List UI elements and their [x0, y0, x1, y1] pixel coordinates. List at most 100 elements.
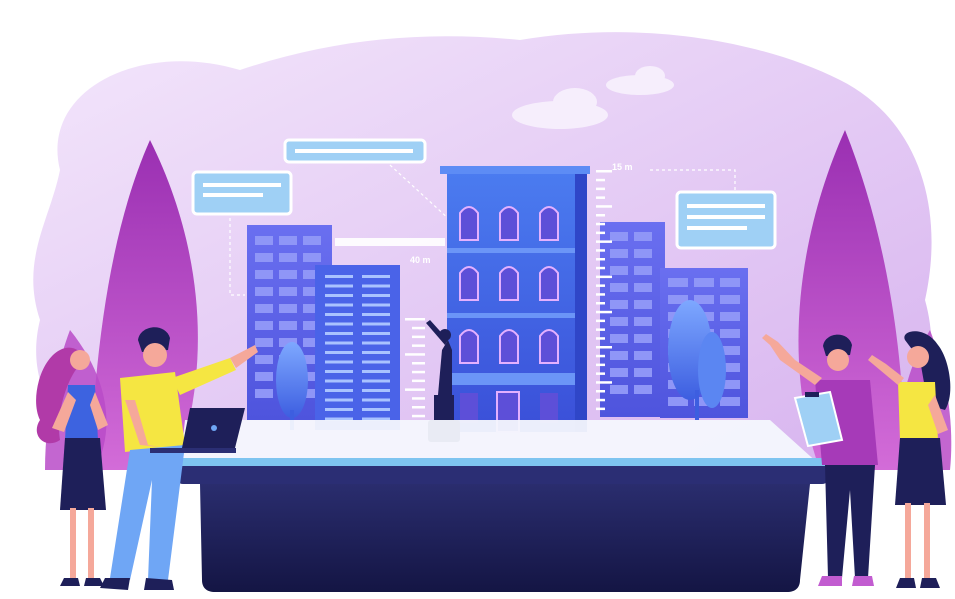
window	[634, 351, 652, 360]
window	[255, 253, 273, 262]
ruler-tick	[596, 302, 605, 305]
ruler-tick	[596, 205, 612, 208]
window	[303, 236, 321, 245]
ruler-tick	[596, 258, 605, 261]
ruler-tick	[412, 344, 425, 347]
window	[634, 334, 652, 343]
ruler-tick	[596, 293, 605, 296]
building-middle-left	[315, 265, 400, 430]
window	[255, 389, 273, 398]
window	[610, 385, 628, 394]
ruler-tick	[405, 388, 425, 391]
arched-window	[539, 206, 559, 241]
window-strip	[325, 370, 353, 373]
window	[610, 317, 628, 326]
window	[610, 300, 628, 309]
window-strip	[362, 389, 390, 392]
window	[610, 283, 628, 292]
ruler-tick	[596, 319, 605, 323]
ruler-tick	[596, 214, 605, 217]
window-strip	[325, 303, 353, 307]
callout-box-right	[675, 190, 777, 250]
window	[279, 321, 297, 330]
arched-window	[499, 266, 519, 301]
window-strip	[362, 275, 390, 278]
window	[255, 321, 273, 330]
window	[720, 312, 740, 321]
window	[255, 304, 273, 313]
callout-box-left	[191, 170, 293, 216]
window	[694, 278, 714, 287]
window-strip	[325, 294, 353, 297]
arched-window	[459, 329, 479, 364]
window	[634, 283, 652, 292]
ruler-tick	[596, 407, 605, 411]
window-strip	[362, 408, 390, 411]
ruler-tick	[596, 222, 605, 226]
window	[255, 236, 273, 245]
window-strip	[362, 313, 390, 316]
ruler-tick	[405, 353, 425, 356]
ruler-tick	[596, 249, 605, 252]
window	[610, 334, 628, 343]
window	[634, 232, 652, 241]
window	[255, 270, 273, 279]
callout-box-top	[283, 138, 427, 164]
window-strip	[362, 284, 390, 288]
window	[279, 304, 297, 313]
window	[634, 300, 652, 309]
ruler-tick	[596, 398, 605, 402]
window	[610, 232, 628, 241]
window	[255, 355, 273, 364]
width-marker-label: 40 m	[410, 255, 431, 265]
window	[610, 249, 628, 258]
window-strip	[325, 275, 353, 278]
ground-window	[540, 393, 558, 423]
ruler-tick	[596, 266, 605, 270]
main-building	[440, 166, 590, 433]
ground-window	[460, 393, 478, 423]
arched-window	[499, 329, 519, 364]
height-marker-label: 15 m	[612, 162, 633, 172]
ruler-tick	[596, 328, 605, 331]
window	[668, 278, 688, 287]
ruler-tick	[596, 196, 605, 199]
illustration-canvas: 40 m 15 m	[33, 32, 952, 592]
window	[279, 287, 297, 296]
window	[720, 397, 740, 406]
arched-window	[459, 266, 479, 301]
ruler-tick	[596, 284, 605, 287]
window	[279, 253, 297, 262]
ruler-tick	[596, 231, 605, 235]
window-strip	[362, 351, 390, 354]
ruler-tick	[596, 337, 605, 340]
ruler-tick	[596, 275, 612, 279]
window	[720, 278, 740, 287]
ruler-tick	[596, 346, 612, 349]
window-strip	[325, 322, 353, 326]
ruler-tick	[596, 170, 612, 173]
window	[634, 368, 652, 377]
window-strip	[325, 408, 353, 411]
window-strip	[362, 379, 390, 383]
window-strip	[325, 341, 353, 345]
window-strip	[362, 370, 390, 373]
window-strip	[362, 398, 390, 402]
window	[255, 372, 273, 381]
window	[255, 338, 273, 347]
window-strip	[325, 379, 353, 383]
window-strip	[362, 341, 390, 345]
window	[610, 266, 628, 275]
ruler-tick	[412, 362, 425, 365]
ruler-tick	[412, 397, 425, 400]
ruler-tick	[412, 326, 425, 330]
arched-window	[539, 329, 559, 364]
window-strip	[362, 303, 390, 307]
ruler-tick	[596, 240, 612, 243]
window-strip	[325, 360, 353, 364]
architecture-illustration: 40 m 15 m	[0, 0, 955, 599]
display-platform	[175, 458, 830, 592]
window-strip	[362, 322, 390, 326]
ruler-tick	[596, 363, 605, 367]
window-strip	[325, 332, 353, 335]
